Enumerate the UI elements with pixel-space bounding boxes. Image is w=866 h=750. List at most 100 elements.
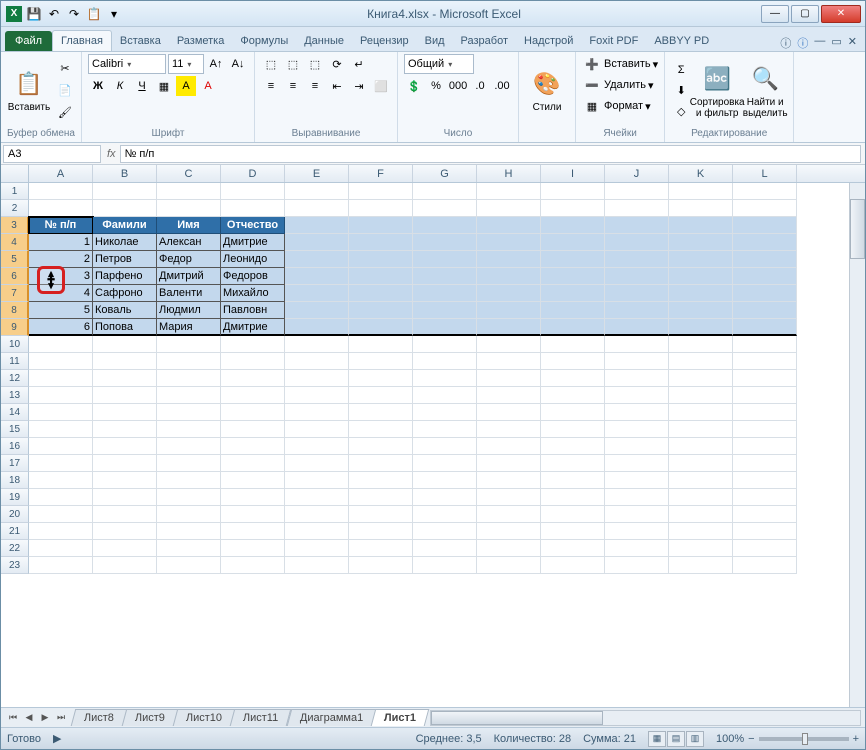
cell[interactable] — [669, 523, 733, 540]
cell[interactable] — [541, 200, 605, 217]
cell[interactable] — [93, 523, 157, 540]
cell[interactable] — [93, 489, 157, 506]
mdi-close-icon[interactable]: ✕ — [848, 35, 857, 51]
cell[interactable] — [413, 370, 477, 387]
tab-data[interactable]: Данные — [296, 31, 352, 51]
cell[interactable] — [285, 370, 349, 387]
cell[interactable] — [157, 336, 221, 353]
clear-icon[interactable]: ◇ — [671, 102, 691, 122]
col-header[interactable]: G — [413, 165, 477, 182]
cell[interactable] — [221, 336, 285, 353]
row-header[interactable]: 8 — [1, 302, 29, 319]
select-all-corner[interactable] — [1, 165, 29, 182]
cell[interactable] — [541, 404, 605, 421]
cell[interactable] — [477, 540, 541, 557]
cell[interactable] — [413, 251, 477, 268]
cell[interactable] — [733, 234, 797, 251]
sheet-tab[interactable]: Лист1 — [371, 709, 430, 726]
cell[interactable] — [541, 421, 605, 438]
cell[interactable] — [413, 353, 477, 370]
cell[interactable] — [221, 200, 285, 217]
spreadsheet-grid[interactable]: A B C D E F G H I J K L ▴╋▾ 123№ п/пФами… — [1, 165, 865, 707]
cell[interactable]: Леонидо — [221, 251, 285, 268]
cell[interactable] — [477, 183, 541, 200]
cell[interactable] — [605, 183, 669, 200]
tab-addins[interactable]: Надстрой — [516, 31, 581, 51]
col-header[interactable]: H — [477, 165, 541, 182]
cell[interactable] — [349, 251, 413, 268]
cell[interactable] — [93, 200, 157, 217]
cell[interactable] — [157, 438, 221, 455]
insert-cells-button[interactable]: ➕Вставить ▾ — [582, 54, 658, 74]
cell[interactable] — [733, 523, 797, 540]
cell[interactable] — [93, 370, 157, 387]
tab-view[interactable]: Вид — [417, 31, 453, 51]
cut-icon[interactable]: ✂ — [55, 59, 75, 79]
tab-formulas[interactable]: Формулы — [232, 31, 296, 51]
cell[interactable]: Федоров — [221, 268, 285, 285]
cell[interactable] — [605, 370, 669, 387]
cell[interactable] — [413, 336, 477, 353]
cell[interactable] — [477, 285, 541, 302]
cell[interactable] — [541, 472, 605, 489]
font-size-combo[interactable]: 11▾ — [168, 54, 204, 74]
cell[interactable]: Дмитрий — [157, 268, 221, 285]
zoom-in-icon[interactable]: + — [853, 733, 859, 745]
cell[interactable] — [541, 234, 605, 251]
cell[interactable] — [669, 506, 733, 523]
maximize-button[interactable]: ▢ — [791, 5, 819, 23]
cell[interactable] — [29, 557, 93, 574]
font-name-combo[interactable]: Calibri▾ — [88, 54, 166, 74]
cell[interactable] — [285, 387, 349, 404]
cell[interactable] — [733, 489, 797, 506]
fill-icon[interactable]: ⬇ — [671, 81, 691, 101]
row-header[interactable]: 22 — [1, 540, 29, 557]
cell[interactable] — [541, 285, 605, 302]
cell[interactable] — [541, 540, 605, 557]
cell[interactable] — [285, 217, 349, 234]
indent-dec-icon[interactable]: ⇤ — [327, 76, 347, 96]
cell[interactable] — [605, 387, 669, 404]
cell[interactable] — [477, 438, 541, 455]
col-header[interactable]: D — [221, 165, 285, 182]
cell[interactable] — [93, 438, 157, 455]
cell[interactable] — [413, 472, 477, 489]
cell[interactable] — [669, 557, 733, 574]
cell[interactable] — [605, 217, 669, 234]
save-icon[interactable]: 💾 — [25, 5, 43, 23]
cell[interactable] — [349, 438, 413, 455]
cell[interactable] — [349, 387, 413, 404]
cell[interactable] — [477, 302, 541, 319]
cell[interactable] — [29, 183, 93, 200]
col-header[interactable]: E — [285, 165, 349, 182]
cell[interactable] — [285, 523, 349, 540]
cell[interactable]: Алексан — [157, 234, 221, 251]
cell[interactable] — [413, 183, 477, 200]
cell[interactable] — [605, 455, 669, 472]
cell[interactable] — [605, 472, 669, 489]
row-header[interactable]: 13 — [1, 387, 29, 404]
cell[interactable] — [477, 455, 541, 472]
fx-icon[interactable]: fx — [107, 148, 116, 160]
cell[interactable] — [669, 438, 733, 455]
cell[interactable] — [221, 370, 285, 387]
scroll-thumb[interactable] — [850, 199, 865, 259]
merge-icon[interactable]: ⬜ — [371, 76, 391, 96]
cell[interactable] — [413, 285, 477, 302]
cell[interactable] — [93, 506, 157, 523]
cell[interactable] — [733, 285, 797, 302]
cell[interactable] — [221, 387, 285, 404]
cell[interactable] — [669, 268, 733, 285]
cell[interactable] — [605, 506, 669, 523]
cell[interactable] — [349, 336, 413, 353]
cell[interactable] — [157, 506, 221, 523]
col-header[interactable]: L — [733, 165, 797, 182]
align-right-icon[interactable]: ≡ — [305, 76, 325, 96]
indent-inc-icon[interactable]: ⇥ — [349, 76, 369, 96]
cell[interactable] — [349, 557, 413, 574]
paste-button[interactable]: 📋 Вставить — [7, 58, 51, 124]
copy-icon[interactable]: 📄 — [55, 81, 75, 101]
cell[interactable] — [413, 506, 477, 523]
autosum-icon[interactable]: Σ — [671, 60, 691, 80]
cell[interactable] — [733, 472, 797, 489]
